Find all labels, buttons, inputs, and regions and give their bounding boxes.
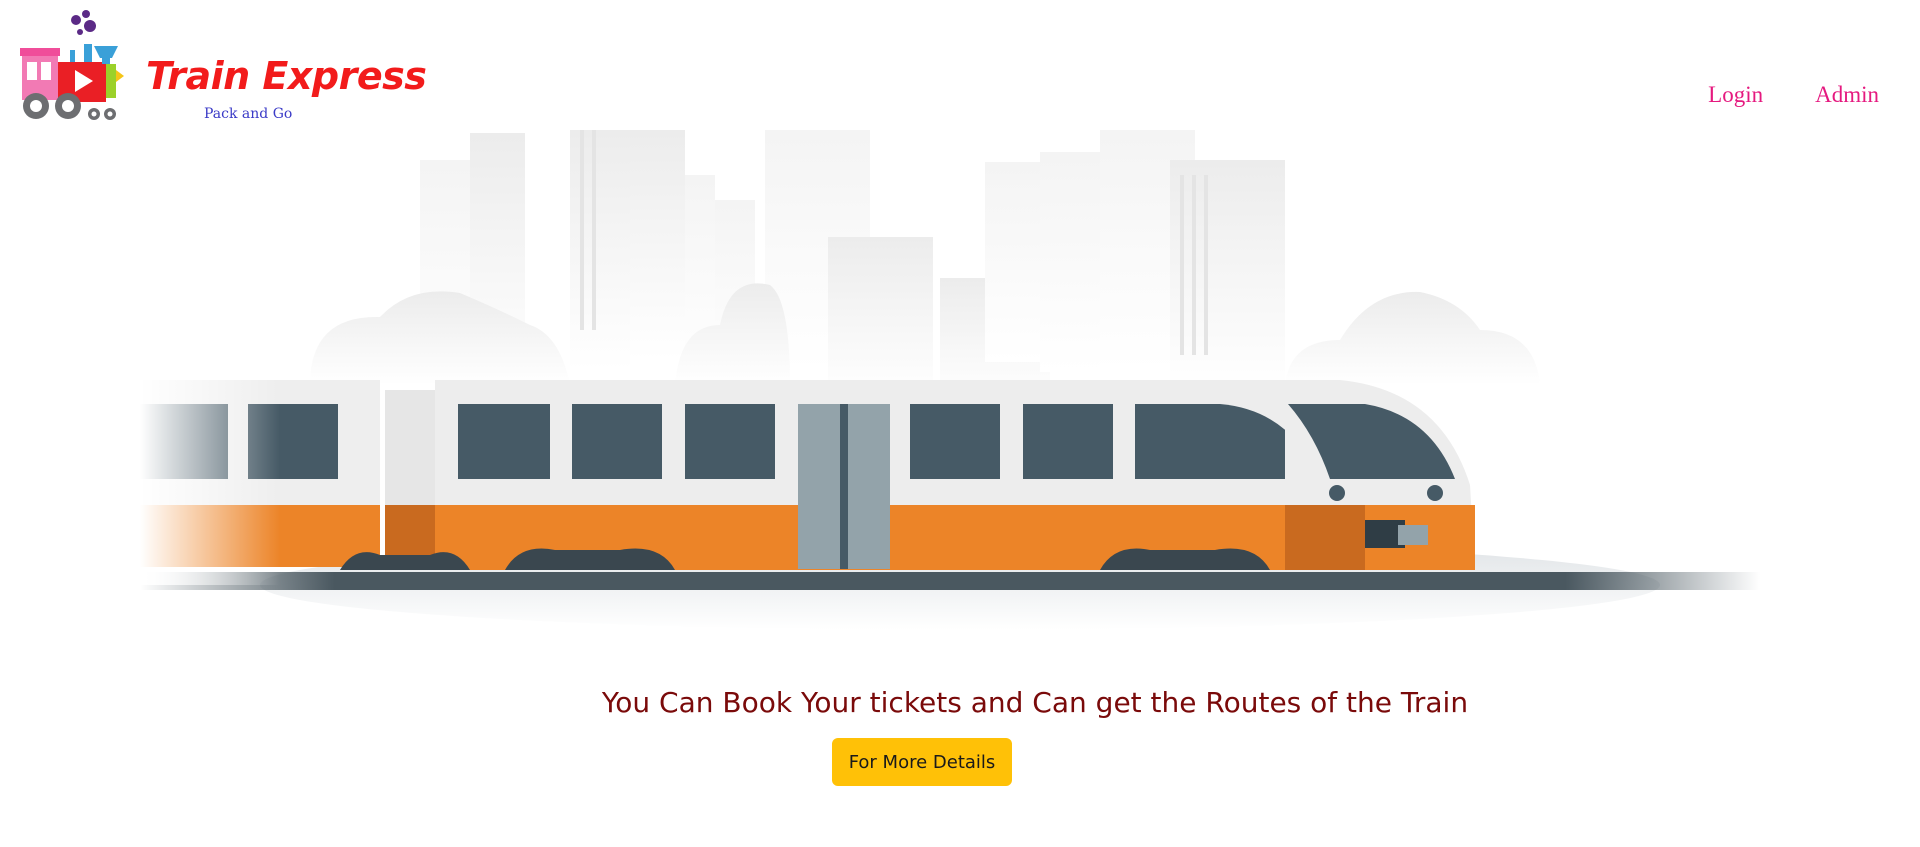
brand-title: Train Express <box>146 54 427 98</box>
toy-train-logo-icon <box>20 10 124 120</box>
main-nav: Login Admin <box>1708 82 1879 108</box>
hero-headline: You Can Book Your tickets and Can get th… <box>601 686 1469 719</box>
brand-logo[interactable]: Train Express Pack and Go <box>18 6 427 126</box>
more-details-button[interactable]: For More Details <box>832 738 1012 786</box>
site-header: Train Express Pack and Go Login Admin <box>0 0 1920 125</box>
train-city-illustration <box>140 130 1760 630</box>
brand-subtitle: Pack and Go <box>204 106 293 122</box>
admin-link[interactable]: Admin <box>1815 82 1879 108</box>
login-link[interactable]: Login <box>1708 82 1763 108</box>
